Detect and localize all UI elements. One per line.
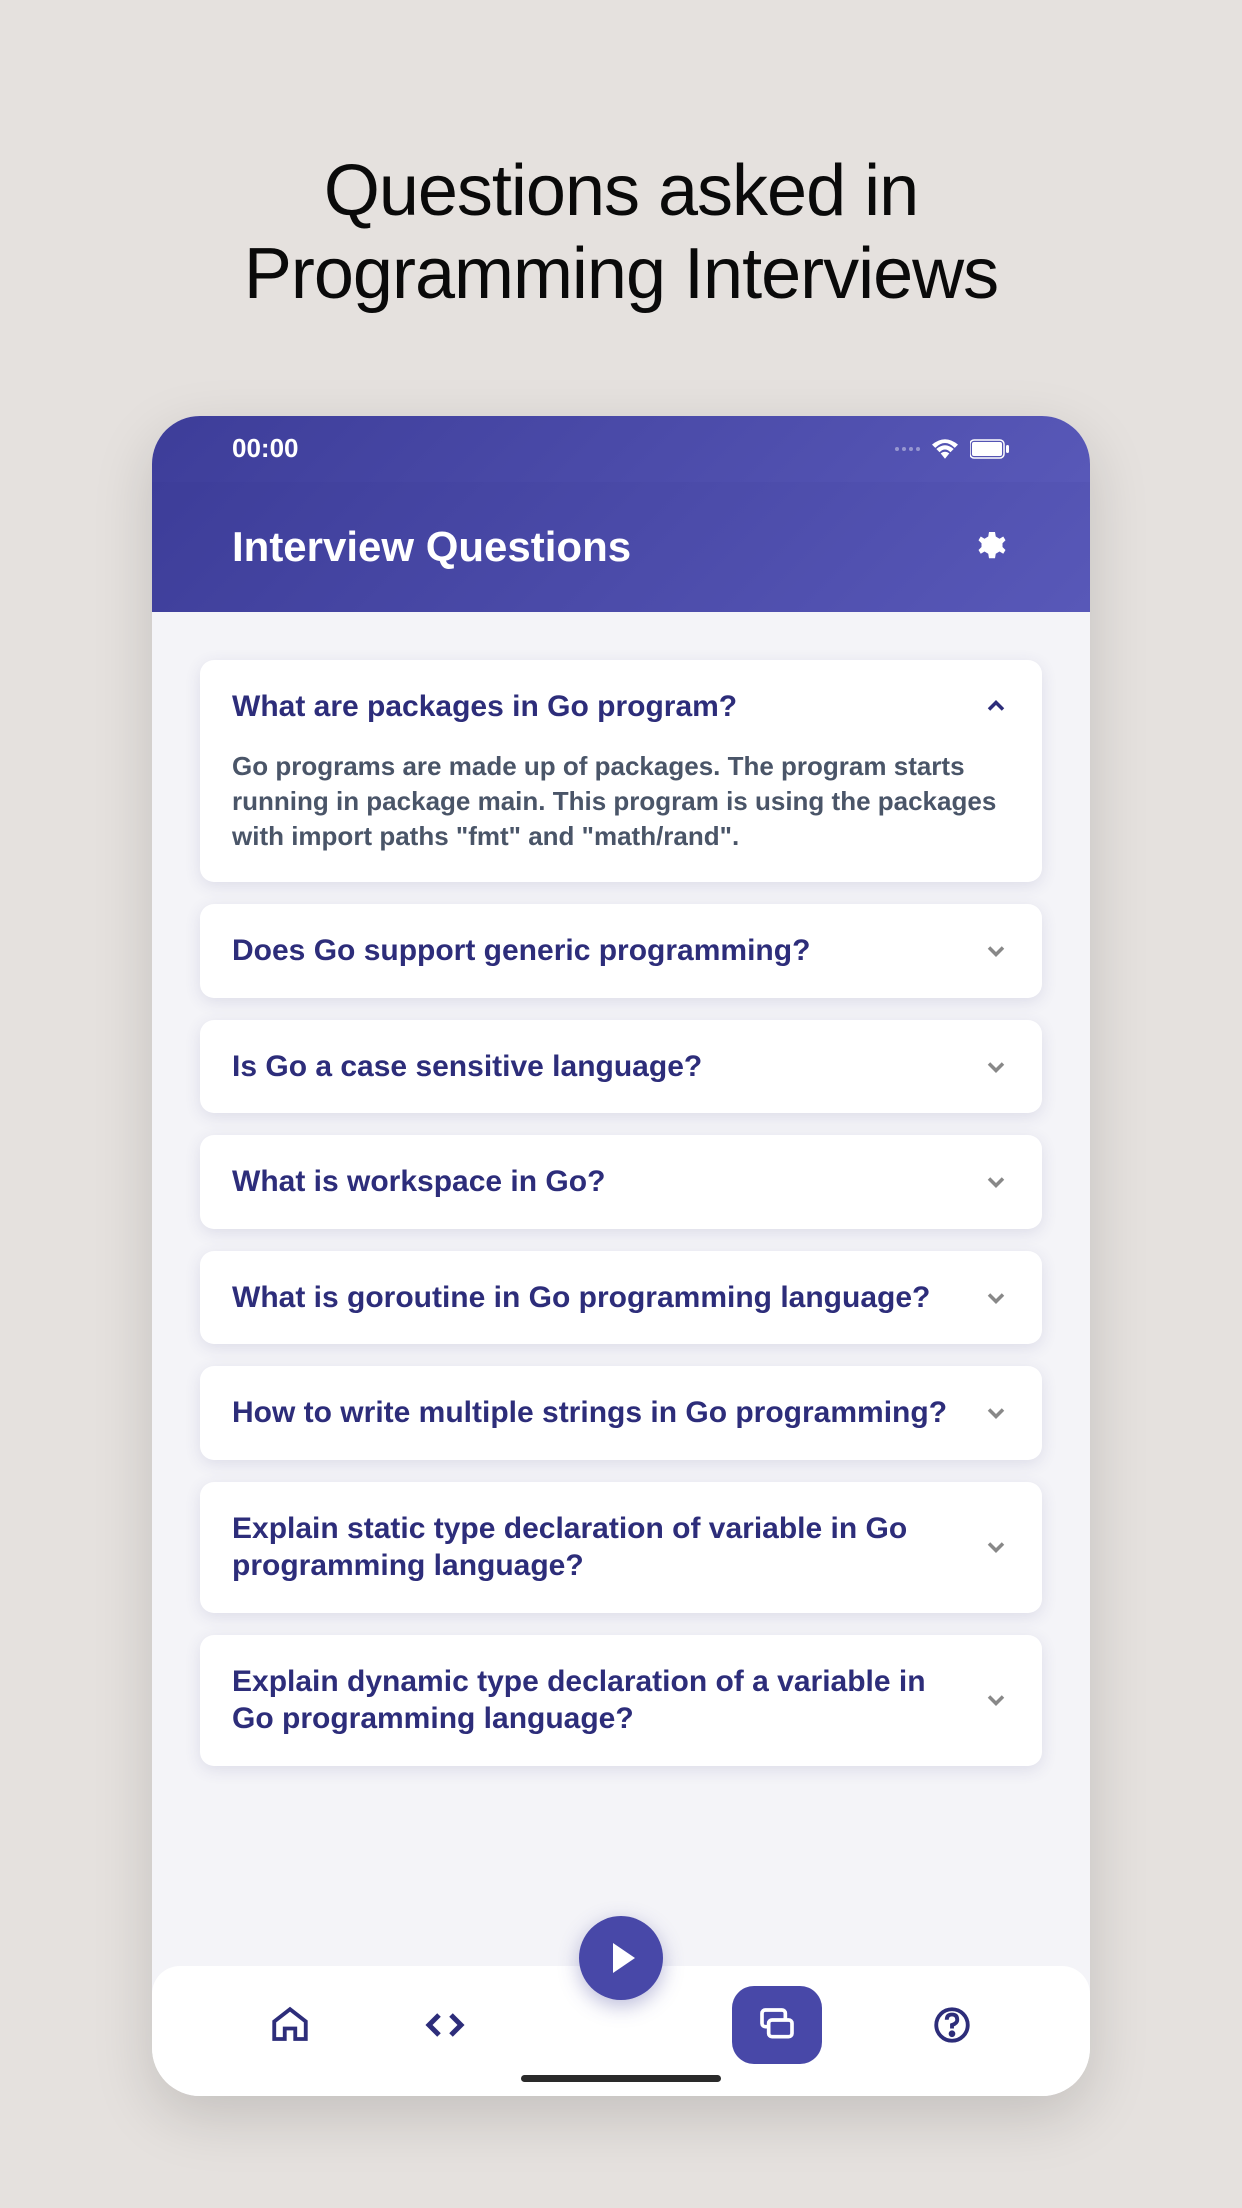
app-title: Interview Questions xyxy=(232,523,631,571)
question-card[interactable]: How to write multiple strings in Go prog… xyxy=(200,1366,1042,1460)
chevron-down-icon xyxy=(982,1168,1010,1196)
home-icon xyxy=(269,2004,311,2046)
question-card-expanded[interactable]: What are packages in Go program? Go prog… xyxy=(200,660,1042,883)
play-button[interactable] xyxy=(579,1916,663,2000)
question-card[interactable]: What is goroutine in Go programming lang… xyxy=(200,1251,1042,1345)
question-card[interactable]: Does Go support generic programming? xyxy=(200,904,1042,998)
nav-home[interactable] xyxy=(265,2000,315,2050)
chevron-down-icon xyxy=(982,1533,1010,1561)
question-card[interactable]: Explain dynamic type declaration of a va… xyxy=(200,1635,1042,1766)
question-header: Is Go a case sensitive language? xyxy=(232,1048,1010,1086)
heading-line-2: Programming Interviews xyxy=(244,234,998,314)
page-heading: Questions asked in Programming Interview… xyxy=(244,150,998,316)
gear-icon[interactable] xyxy=(974,529,1010,565)
status-bar: 00:00 xyxy=(152,416,1090,482)
question-text: How to write multiple strings in Go prog… xyxy=(232,1394,962,1432)
app-header: Interview Questions xyxy=(152,482,1090,612)
question-text: Is Go a case sensitive language? xyxy=(232,1048,962,1086)
chevron-down-icon xyxy=(982,1284,1010,1312)
question-header: What is workspace in Go? xyxy=(232,1163,1010,1201)
chat-icon xyxy=(757,2005,797,2045)
question-header: Explain dynamic type declaration of a va… xyxy=(232,1663,1010,1738)
chevron-down-icon xyxy=(982,1686,1010,1714)
questions-list: What are packages in Go program? Go prog… xyxy=(152,612,1090,1766)
nav-chat-active[interactable] xyxy=(732,1986,822,2064)
question-header: How to write multiple strings in Go prog… xyxy=(232,1394,1010,1432)
status-icons xyxy=(895,439,1010,459)
help-icon xyxy=(931,2004,973,2046)
question-text: What is workspace in Go? xyxy=(232,1163,962,1201)
nav-help[interactable] xyxy=(927,2000,977,2050)
question-card[interactable]: Explain static type declaration of varia… xyxy=(200,1482,1042,1613)
question-text: Does Go support generic programming? xyxy=(232,932,962,970)
question-header: Explain static type declaration of varia… xyxy=(232,1510,1010,1585)
heading-line-1: Questions asked in xyxy=(324,151,918,231)
question-text: What are packages in Go program? xyxy=(232,688,962,726)
question-header: What are packages in Go program? xyxy=(232,688,1010,726)
question-text: Explain dynamic type declaration of a va… xyxy=(232,1663,962,1738)
play-icon xyxy=(613,1943,635,1973)
chevron-down-icon xyxy=(982,937,1010,965)
chevron-down-icon xyxy=(982,1399,1010,1427)
home-indicator xyxy=(521,2075,721,2082)
cellular-icon xyxy=(895,447,920,451)
question-text: Explain static type declaration of varia… xyxy=(232,1510,962,1585)
phone-screen: 00:00 Interview Questions xyxy=(152,416,1090,2096)
answer-text: Go programs are made up of packages. The… xyxy=(232,749,1010,854)
question-card[interactable]: Is Go a case sensitive language? xyxy=(200,1020,1042,1114)
question-card[interactable]: What is workspace in Go? xyxy=(200,1135,1042,1229)
chevron-down-icon xyxy=(982,1053,1010,1081)
nav-code[interactable] xyxy=(420,2000,470,2050)
wifi-icon xyxy=(932,439,958,459)
question-text: What is goroutine in Go programming lang… xyxy=(232,1279,962,1317)
status-time: 00:00 xyxy=(232,433,299,464)
question-header: What is goroutine in Go programming lang… xyxy=(232,1279,1010,1317)
battery-icon xyxy=(970,439,1010,459)
code-icon xyxy=(421,2001,469,2049)
question-header: Does Go support generic programming? xyxy=(232,932,1010,970)
chevron-up-icon xyxy=(982,692,1010,720)
